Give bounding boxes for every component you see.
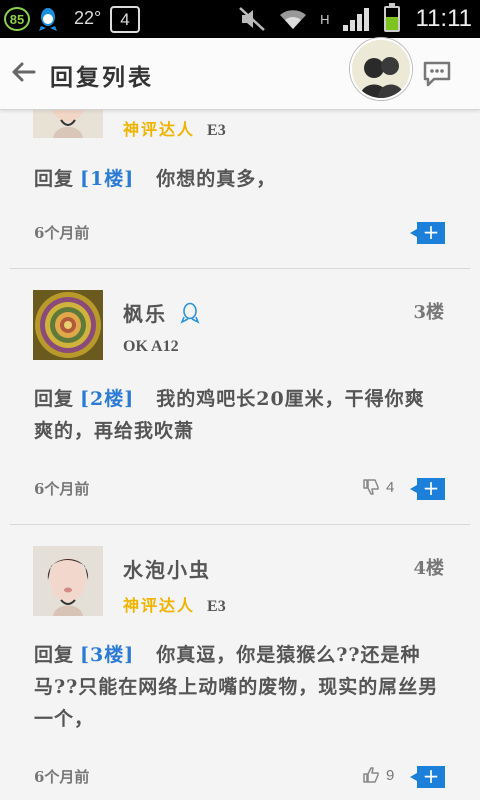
medal-badge: 神评达人 [123,120,196,139]
weather-temperature: 22° [74,8,102,28]
user-level: E3 [207,598,226,615]
network-type: H [320,11,330,27]
reply-to-floor-link[interactable]: [2楼] [80,388,134,410]
avatar-image [352,40,410,98]
vote-count: 4 [386,478,395,496]
avatar[interactable] [33,546,103,616]
reply-to-floor-link[interactable]: [3楼] [80,644,134,666]
thumbs-up-icon [363,767,379,783]
avatar-image [33,290,103,360]
qq-icon [180,302,200,324]
reply-content: 回复 [3楼] 你真逗，你是猿猴么??还是种马??只能在网络上动嘴的废物，现实的屌丝… [34,644,439,730]
clock: 11:11 [415,5,473,32]
vote-count: 9 [386,766,395,784]
timestamp: 6个月前 [34,480,90,498]
divider [10,524,470,525]
status-bar: 85 22° 4 H 11:11 [0,0,480,38]
plus-button[interactable]: + [410,764,445,788]
timestamp: 6个月前 [34,224,90,242]
username[interactable]: 水泡小虫 [123,558,211,582]
chat-icon[interactable] [422,60,452,88]
app-header: 回复列表 [0,38,480,110]
signal-icon [342,8,369,31]
reply-content: 回复 [2楼] 我的鸡吧长20厘米，干得你爽爽的，再给我吹萧 [34,388,425,442]
avatar-image [33,546,103,616]
thumbs-down-icon [363,479,379,495]
user-avatar[interactable] [350,38,412,100]
plus-icon: + [422,476,440,500]
wifi-icon [280,10,307,30]
timestamp: 6个月前 [34,768,90,786]
avatar[interactable] [33,290,103,360]
page-title: 回复列表 [50,64,154,91]
qq-icon [39,8,57,31]
floor-number: 3楼 [413,302,444,323]
user-level: E3 [207,122,226,139]
reply-content: 回复 [1楼] 你想的真多， [34,168,277,190]
like-button[interactable]: 9 [362,766,394,784]
plus-icon: + [422,764,440,788]
user-level: OK A12 [123,338,179,355]
medal-badge: 神评达人 [123,596,196,615]
plus-button[interactable]: + [410,220,445,244]
divider [10,268,470,269]
status-badge: 85 [4,7,30,31]
username[interactable]: 枫乐 [123,302,167,326]
battery-level [385,16,398,30]
plus-icon: + [422,220,440,244]
plus-button[interactable]: + [410,476,445,500]
battery-icon [383,3,400,32]
mute-icon [239,7,265,31]
dislike-button[interactable]: 4 [362,478,394,496]
back-arrow-icon[interactable] [8,56,40,88]
reply-to-floor-link[interactable]: [1楼] [80,168,134,190]
floor-number: 4楼 [413,558,444,579]
notification-count: 4 [110,6,140,33]
